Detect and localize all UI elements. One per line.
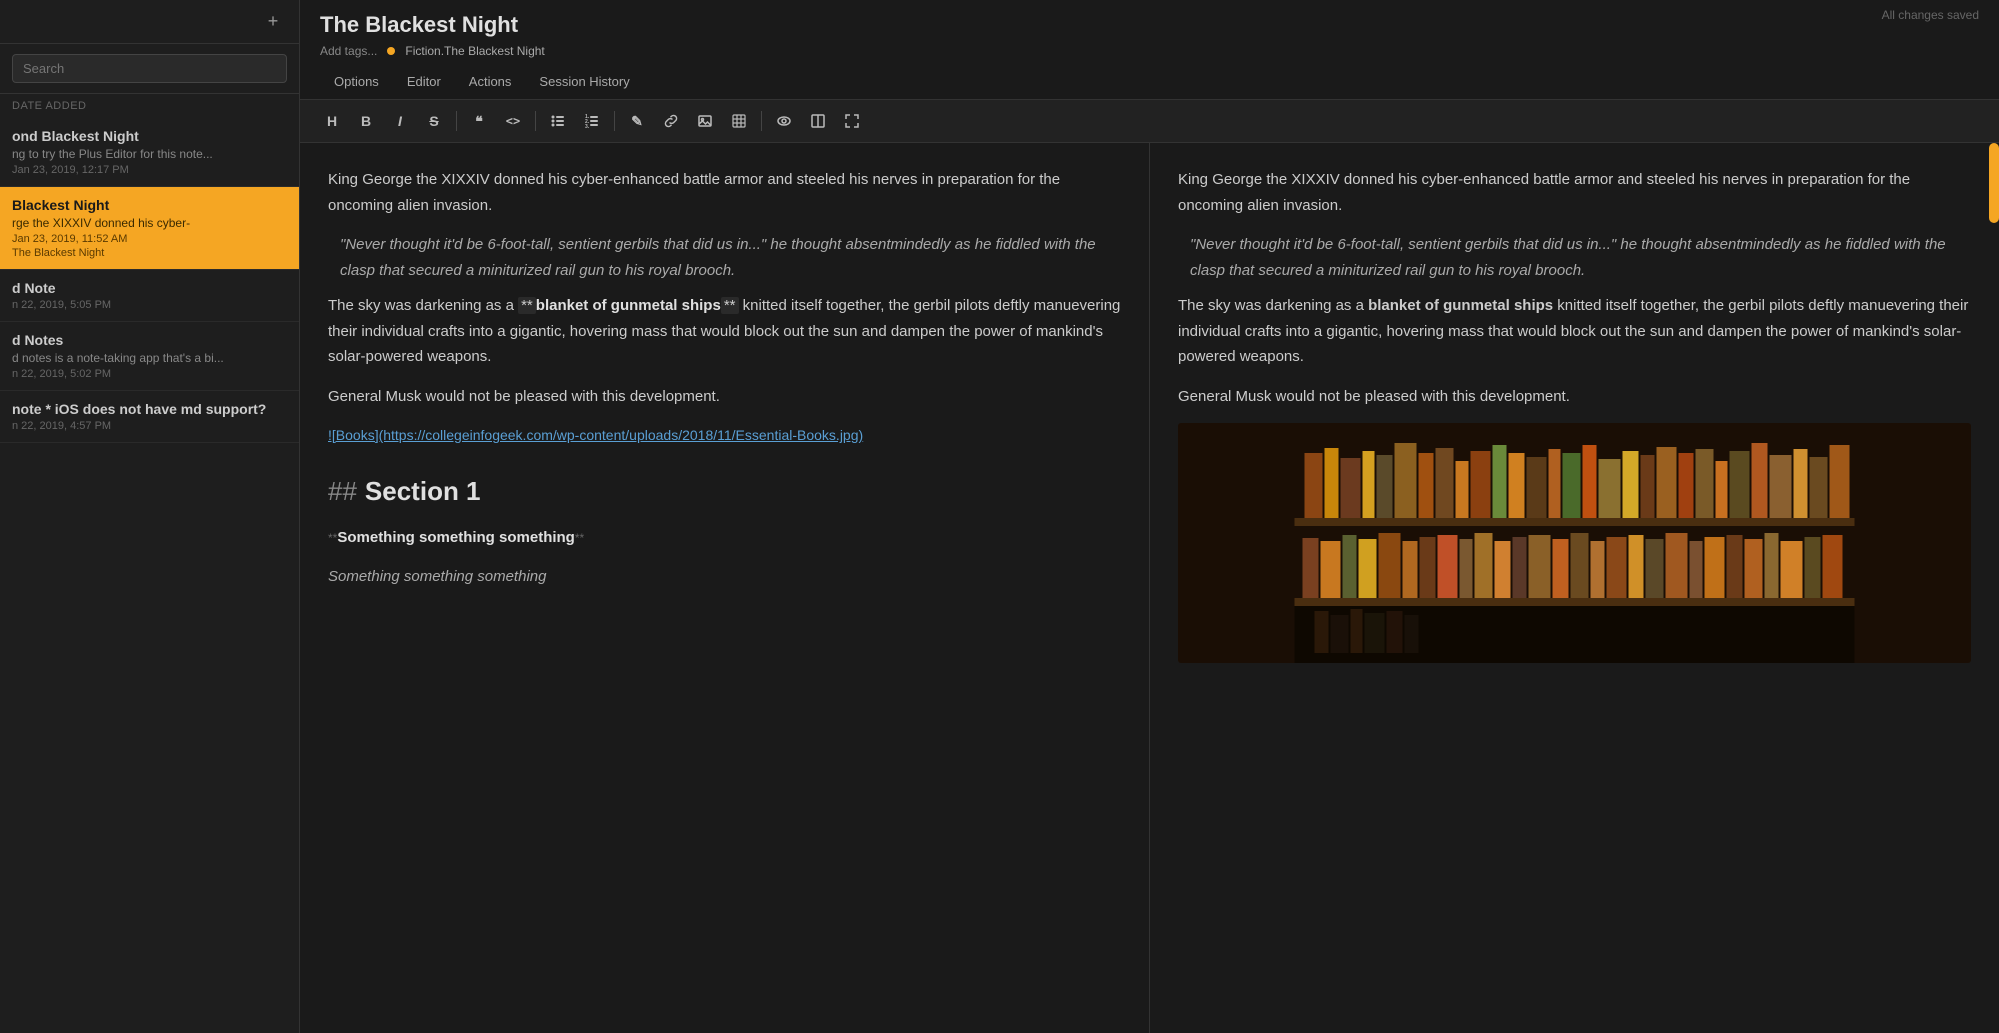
note-list-item-note4[interactable]: d Notes d notes is a note-taking app tha… [0,322,299,391]
editor-paragraph-2: The sky was darkening as a **blanket of … [328,293,1121,370]
scrollbar-track [1989,143,1999,1033]
bookshelf-image [1178,423,1971,663]
toolbar-separator-1 [456,111,457,131]
add-note-button[interactable]: + [259,8,287,36]
main-content: All changes saved The Blackest Night Add… [300,0,1999,1033]
sidebar: + Date Added ond Blackest Night ng to tr… [0,0,300,1033]
editor-image-link: ![Books](https://collegeinfogeek.com/wp-… [328,423,1121,449]
editor-paragraph-3: General Musk would not be pleased with t… [328,384,1121,410]
image-link[interactable]: ![Books](https://collegeinfogeek.com/wp-… [328,427,863,443]
note-item-date: Jan 23, 2019, 12:17 PM [12,164,287,176]
editor-quote: "Never thought it'd be 6-foot-tall, sent… [328,232,1121,283]
note-item-date: n 22, 2019, 5:02 PM [12,368,287,380]
editor-area: King George the XIXXIV donned his cyber-… [300,143,1999,1033]
bold-phrase-marker-right: ** [721,297,739,314]
bold-phrase: blanket of gunmetal ships [536,297,721,314]
section-hash: ## [328,476,357,506]
svg-text:3.: 3. [585,124,590,128]
toolbar-heading-btn[interactable]: H [316,106,348,136]
tab-actions[interactable]: Actions [455,66,526,99]
toolbar-separator-2 [535,111,536,131]
preview-p2-start: The sky was darkening as a [1178,297,1368,314]
toolbar-table-btn[interactable] [723,106,755,136]
note-list: ond Blackest Night ng to try the Plus Ed… [0,118,299,1033]
note-list-item-note1[interactable]: ond Blackest Night ng to try the Plus Ed… [0,118,299,187]
note-item-preview: ng to try the Plus Editor for this note.… [12,147,287,161]
toolbar-highlight-btn[interactable]: ✎ [621,106,653,136]
editor-paragraph-1: King George the XIXXIV donned his cyber-… [328,167,1121,218]
bold-phrase-marker-left: ** [518,297,536,314]
toolbar-bold-btn[interactable]: B [350,106,382,136]
note-title: The Blackest Night [320,12,1979,38]
tab-bar: Options Editor Actions Session History [320,66,1979,99]
note-item-date: Jan 23, 2019, 11:52 AM [12,233,287,245]
note-item-preview: rge the XIXXIV donned his cyber- [12,216,287,230]
note-item-title: Blackest Night [12,197,287,213]
bookshelf-svg [1178,423,1971,663]
preview-quote: "Never thought it'd be 6-foot-tall, sent… [1178,232,1971,283]
toolbar-fullscreen-btn[interactable] [836,106,868,136]
note-item-tag: The Blackest Night [12,247,287,259]
tab-options[interactable]: Options [320,66,393,99]
sidebar-header: + [0,0,299,44]
section-title-text: Section 1 [365,476,481,506]
toolbar-code-btn[interactable]: <> [497,106,529,136]
note-item-title: d Note [12,280,287,296]
note-list-item-note5[interactable]: note * iOS does not have md support? n 2… [0,391,299,443]
toolbar: H B I S ❝ <> 1.2.3. ✎ [300,100,1999,143]
preview-pane: King George the XIXXIV donned his cyber-… [1150,143,1999,1033]
toolbar-ol-btn[interactable]: 1.2.3. [576,106,608,136]
sidebar-section-header: Date Added [0,94,299,118]
preview-paragraph-1: King George the XIXXIV donned his cyber-… [1178,167,1971,218]
note-tags-row: Add tags... Fiction.The Blackest Night [320,44,1979,58]
subheading-row: **Something something something** [328,525,1121,551]
note-item-preview: d notes is a note-taking app that's a bi… [12,351,287,365]
preview-paragraph-2: The sky was darkening as a blanket of gu… [1178,293,1971,370]
note-list-item-note2[interactable]: Blackest Night rge the XIXXIV donned his… [0,187,299,270]
sidebar-search-container [0,44,299,94]
preview-paragraph-3: General Musk would not be pleased with t… [1178,384,1971,410]
toolbar-split-btn[interactable] [802,106,834,136]
subheading-italic: Something something something [328,568,546,585]
tab-editor[interactable]: Editor [393,66,455,99]
asterisk-left: ** [328,531,337,545]
toolbar-separator-4 [761,111,762,131]
toolbar-italic-btn[interactable]: I [384,106,416,136]
subheading-italic-row: Something something something [328,564,1121,590]
tab-session-history[interactable]: Session History [525,66,643,99]
toolbar-ul-btn[interactable] [542,106,574,136]
editor-pane[interactable]: King George the XIXXIV donned his cyber-… [300,143,1150,1033]
toolbar-image-btn[interactable] [689,106,721,136]
section-heading: ## Section 1 [328,469,1121,513]
tag-dot [387,47,395,55]
toolbar-separator-3 [614,111,615,131]
scrollbar-thumb[interactable] [1989,143,1999,223]
toolbar-link-btn[interactable] [655,106,687,136]
add-tags-button[interactable]: Add tags... [320,44,377,58]
asterisk-right: ** [575,531,584,545]
search-input[interactable] [12,54,287,83]
note-item-date: n 22, 2019, 5:05 PM [12,299,287,311]
note-header: The Blackest Night Add tags... Fiction.T… [300,0,1999,100]
note-item-date: n 22, 2019, 4:57 PM [12,420,287,432]
note-item-title: d Notes [12,332,287,348]
preview-bold-phrase: blanket of gunmetal ships [1368,297,1553,314]
toolbar-quote-btn[interactable]: ❝ [463,106,495,136]
toolbar-strikethrough-btn[interactable]: S [418,106,450,136]
subheading-bold: Something something something [337,529,575,546]
note-list-item-note3[interactable]: d Note n 22, 2019, 5:05 PM [0,270,299,322]
note-item-title: ond Blackest Night [12,128,287,144]
note-item-title: note * iOS does not have md support? [12,401,287,417]
save-status: All changes saved [1882,8,1979,22]
toolbar-preview-btn[interactable] [768,106,800,136]
tag-label: Fiction.The Blackest Night [405,44,544,58]
